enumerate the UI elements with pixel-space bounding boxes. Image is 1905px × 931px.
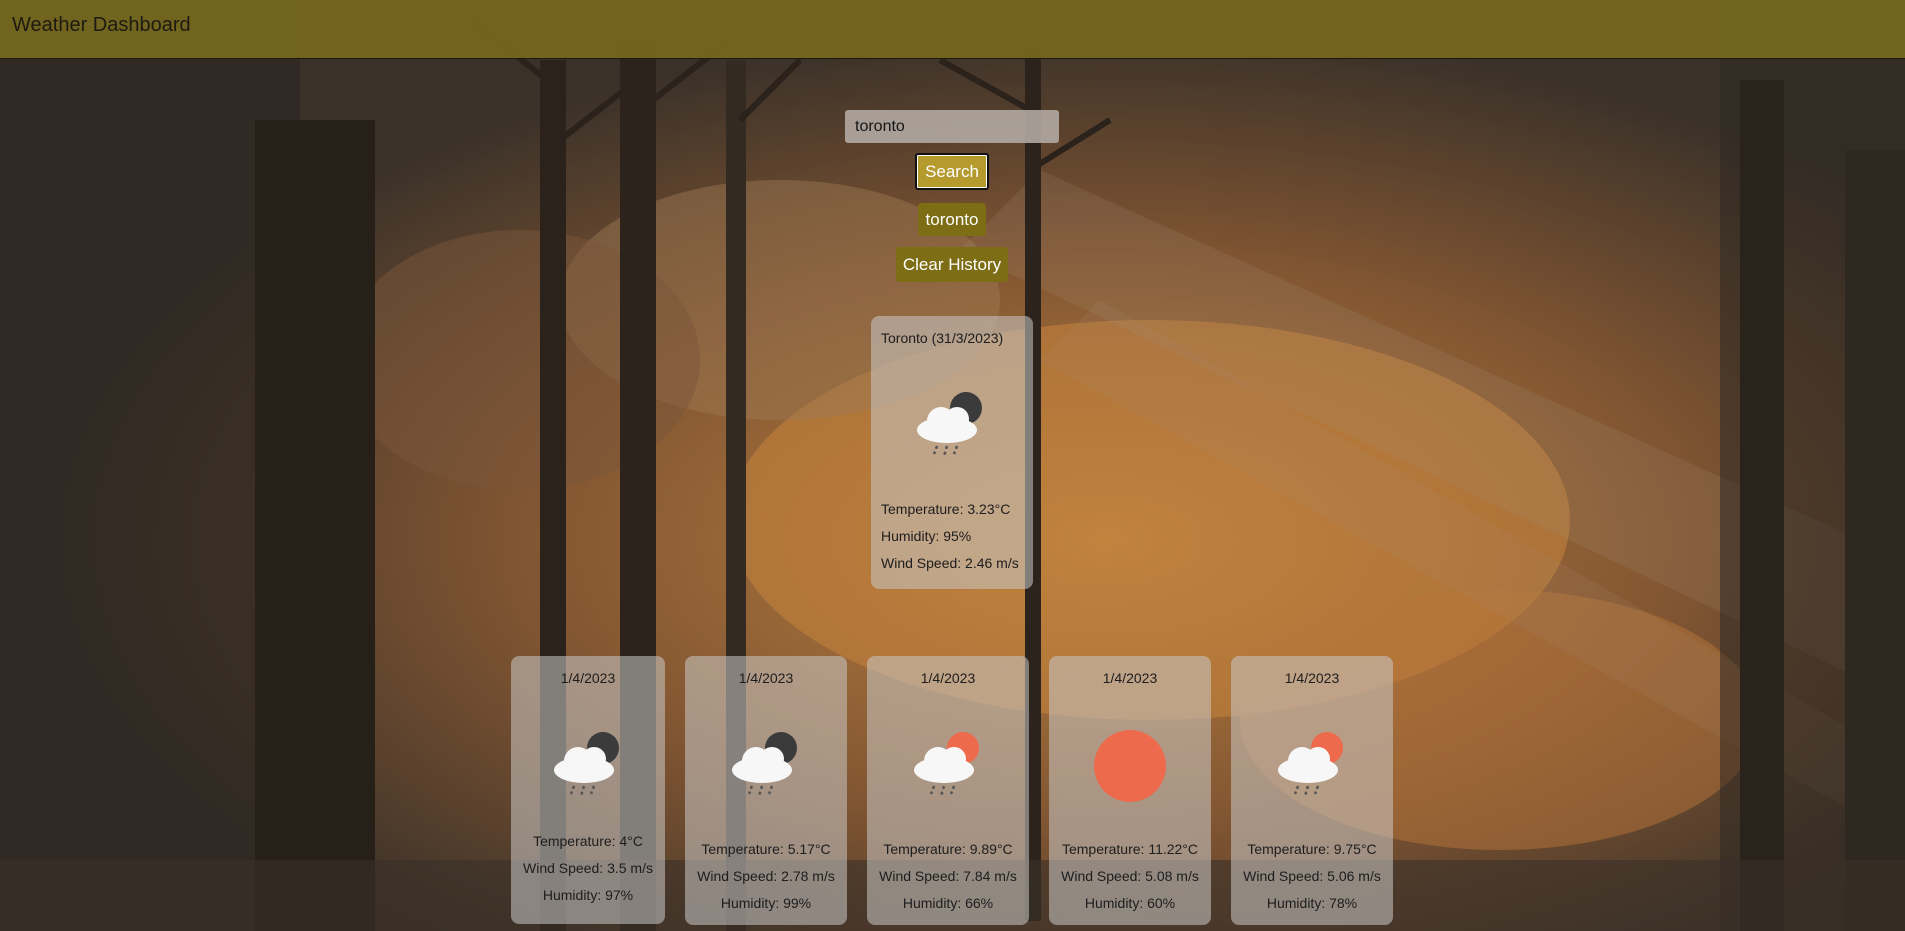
app-header: Weather Dashboard — [0, 0, 1905, 59]
forecast-temperature: Temperature: 9.89°C — [883, 841, 1013, 857]
current-wind-speed: Wind Speed: 2.46 m/s — [881, 555, 1019, 571]
forecast-humidity: Humidity: 66% — [902, 895, 994, 911]
forecast-humidity: Humidity: 78% — [1266, 895, 1358, 911]
forecast-date: 1/4/2023 — [920, 670, 976, 686]
search-button[interactable]: Search — [915, 153, 989, 190]
forecast-date: 1/4/2023 — [1102, 670, 1158, 686]
forecast-card: 1/4/2023 Temperature: 11.22°C Wind Speed… — [1049, 656, 1211, 925]
forecast-wind-speed: Wind Speed: 7.84 m/s — [879, 868, 1017, 884]
history-item-toronto[interactable]: toronto — [918, 203, 986, 236]
forecast-date: 1/4/2023 — [738, 670, 794, 686]
cloud-rain-sun-icon — [914, 732, 979, 797]
forecast-wind-speed: Wind Speed: 2.78 m/s — [697, 868, 835, 884]
current-temperature: Temperature: 3.23°C — [881, 501, 1011, 517]
forecast-wind-speed: Wind Speed: 5.06 m/s — [1243, 868, 1381, 884]
forecast-temperature: Temperature: 9.75°C — [1247, 841, 1377, 857]
forecast-card: 1/4/2023 Temperature: 9.89°C Wind Speed:… — [867, 656, 1029, 925]
clear-history-button[interactable]: Clear History — [896, 247, 1008, 282]
forecast-wind-speed: Wind Speed: 5.08 m/s — [1061, 868, 1199, 884]
forecast-date: 1/4/2023 — [560, 670, 616, 686]
cloud-rain-night-icon — [732, 732, 797, 797]
forecast-humidity: Humidity: 97% — [542, 887, 634, 903]
cloud-rain-night-icon — [917, 392, 982, 457]
current-city-date: Toronto (31/3/2023) — [881, 330, 1004, 346]
forecast-humidity: Humidity: 60% — [1084, 895, 1176, 911]
forecast-temperature: Temperature: 11.22°C — [1061, 841, 1199, 857]
forecast-humidity: Humidity: 99% — [720, 895, 812, 911]
current-humidity: Humidity: 95% — [881, 528, 972, 544]
city-search-input[interactable] — [845, 110, 1059, 143]
forecast-wind-speed: Wind Speed: 3.5 m/s — [523, 860, 653, 876]
current-weather-card: Toronto (31/3/2023) Temperature: 3.23°C … — [871, 316, 1033, 589]
forecast-date: 1/4/2023 — [1284, 670, 1340, 686]
cloud-rain-night-icon — [554, 732, 619, 797]
forecast-card: 1/4/2023 Temperature: 9.75°C Wind Speed:… — [1231, 656, 1393, 925]
forecast-temperature: Temperature: 5.17°C — [701, 841, 831, 857]
forecast-card: 1/4/2023 Temperature: 4°C Wind Speed: 3.… — [511, 656, 665, 924]
forecast-temperature: Temperature: 4°C — [533, 833, 643, 849]
sun-icon — [1094, 730, 1166, 802]
app-title: Weather Dashboard — [12, 14, 191, 36]
forecast-card: 1/4/2023 Temperature: 5.17°C Wind Speed:… — [685, 656, 847, 925]
cloud-rain-sun-icon — [1278, 732, 1343, 797]
